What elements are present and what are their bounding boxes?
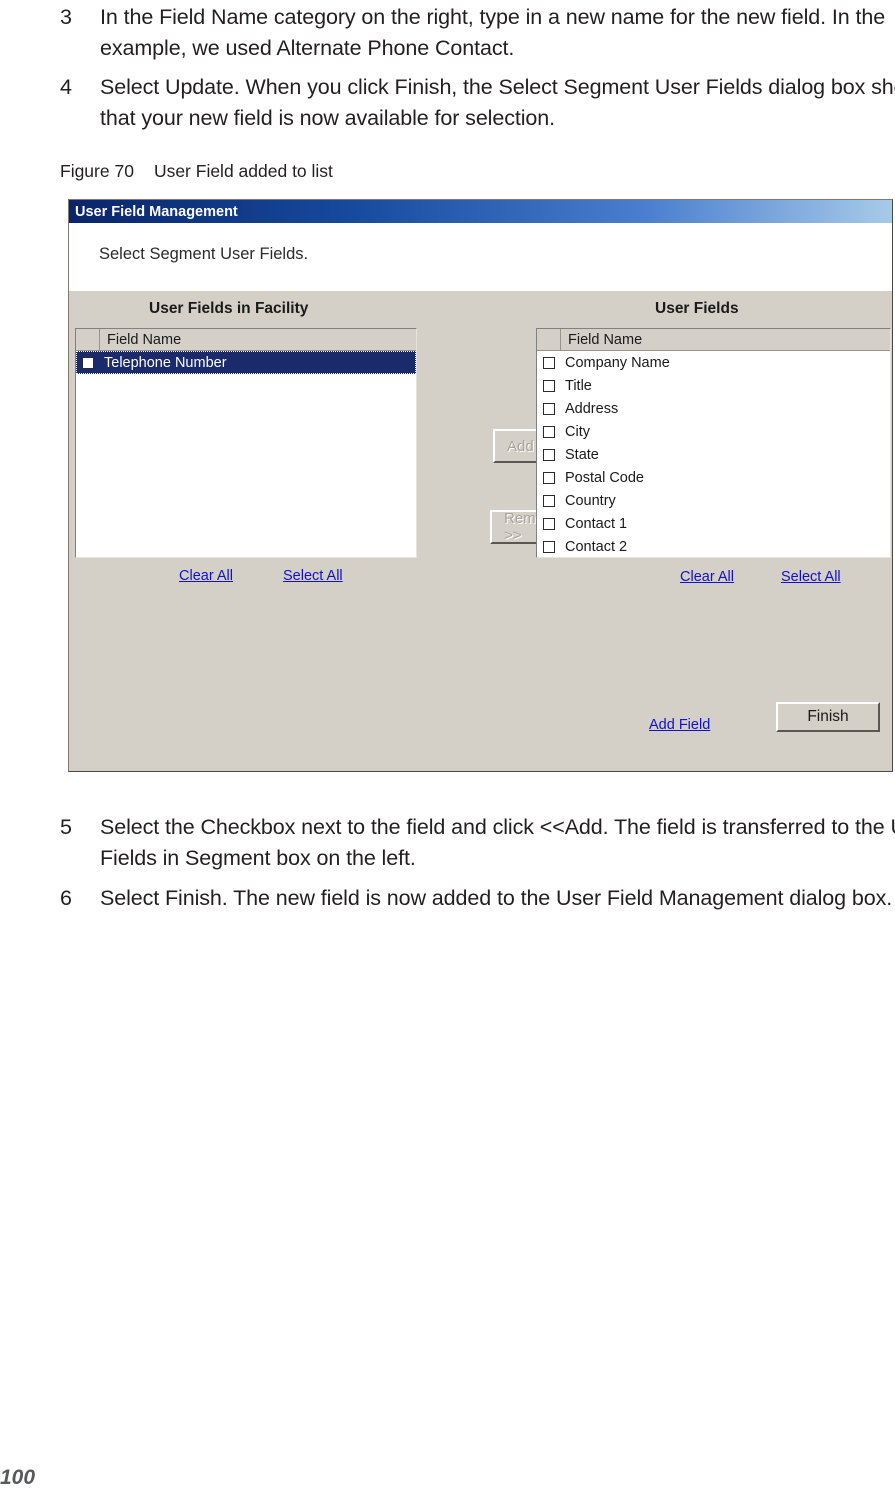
- list-item[interactable]: State: [537, 443, 890, 466]
- list-item-label: Postal Code: [565, 469, 644, 486]
- right-clear-all-link[interactable]: Clear All: [680, 569, 734, 585]
- figure-caption: Figure 70 User Field added to list: [60, 161, 333, 182]
- row-checkbox-cell[interactable]: [537, 448, 561, 461]
- step-text: Select the Checkbox next to the field an…: [100, 815, 895, 870]
- checkbox-column-header: [76, 329, 100, 350]
- list-item-label: Title: [565, 377, 592, 394]
- row-checkbox-cell[interactable]: [537, 540, 561, 553]
- list-item[interactable]: Title: [537, 374, 890, 397]
- finish-button[interactable]: Finish: [776, 702, 880, 732]
- list-item[interactable]: Postal Code: [537, 466, 890, 489]
- checkbox-icon[interactable]: [543, 494, 555, 507]
- checkbox-icon[interactable]: [543, 425, 555, 438]
- list-item-label: Country: [565, 492, 616, 509]
- user-field-management-dialog: User Field Management Select Segment Use…: [68, 199, 893, 772]
- step-text: Select Finish. The new field is now adde…: [100, 886, 893, 910]
- checkbox-icon[interactable]: [543, 540, 555, 553]
- add-button-label: Add: [507, 437, 534, 455]
- user-fields-listbox[interactable]: Field Name Company Name Title Address City S…: [536, 328, 891, 558]
- step-item: 4 Select Update. When you click Finish, …: [0, 72, 895, 134]
- field-name-column-header: Field Name: [568, 331, 643, 348]
- listbox-header-row: Field Name: [537, 329, 890, 351]
- page-number: 100: [0, 1466, 36, 1489]
- add-field-link[interactable]: Add Field: [649, 717, 710, 733]
- row-checkbox-cell[interactable]: [537, 517, 561, 530]
- step-text: In the Field Name category on the right,…: [100, 5, 886, 60]
- list-item[interactable]: Telephone Number: [76, 351, 416, 374]
- row-checkbox-cell[interactable]: [537, 425, 561, 438]
- checkbox-icon[interactable]: [82, 356, 94, 369]
- list-item-label: Address: [565, 400, 619, 417]
- left-select-all-link[interactable]: Select All: [283, 568, 343, 584]
- checkbox-column-header: [537, 329, 561, 350]
- row-checkbox-cell[interactable]: [76, 356, 100, 369]
- right-select-all-link[interactable]: Select All: [781, 569, 841, 585]
- left-clear-all-link[interactable]: Clear All: [179, 568, 233, 584]
- dialog-header-area: Select Segment User Fields.: [69, 223, 892, 291]
- step-number: 4: [60, 75, 72, 99]
- row-checkbox-cell[interactable]: [537, 356, 561, 369]
- row-checkbox-cell[interactable]: [537, 402, 561, 415]
- user-fields-in-facility-listbox[interactable]: Field Name Telephone Number: [75, 328, 417, 558]
- step-item: 6 Select Finish. The new field is now ad…: [0, 883, 895, 914]
- checkbox-icon[interactable]: [543, 448, 555, 461]
- step-number: 3: [60, 5, 72, 29]
- list-item[interactable]: City: [537, 420, 890, 443]
- field-name-column-header: Field Name: [107, 331, 182, 348]
- step-number: 5: [60, 815, 72, 839]
- right-listbox-rows: Company Name Title Address City State Postal …: [537, 351, 890, 557]
- checkbox-icon[interactable]: [543, 471, 555, 484]
- dialog-subtitle: Select Segment User Fields.: [99, 245, 309, 263]
- listbox-header-row: Field Name: [76, 329, 416, 351]
- checkbox-icon[interactable]: [543, 517, 555, 530]
- row-checkbox-cell[interactable]: [537, 379, 561, 392]
- list-item-label: City: [565, 423, 590, 440]
- step-number: 6: [60, 886, 72, 910]
- list-item[interactable]: Company Name: [537, 351, 890, 374]
- list-item-label: Telephone Number: [104, 354, 227, 371]
- dialog-body: User Fields in Facility User Fields Fiel…: [69, 291, 892, 771]
- list-item-label: Company Name: [565, 354, 670, 371]
- figure-number: Figure 70: [60, 161, 134, 181]
- figure-title: User Field added to list: [153, 161, 333, 181]
- row-checkbox-cell[interactable]: [537, 471, 561, 484]
- checkbox-icon[interactable]: [543, 402, 555, 415]
- checkbox-icon[interactable]: [543, 379, 555, 392]
- list-item-label: State: [565, 446, 599, 463]
- left-listbox-rows: Telephone Number: [76, 351, 416, 374]
- list-item-label: Contact 1: [565, 515, 628, 532]
- list-item[interactable]: Address: [537, 397, 890, 420]
- list-item[interactable]: Contact 1: [537, 512, 890, 535]
- checkbox-icon[interactable]: [543, 356, 555, 369]
- step-item: 5 Select the Checkbox next to the field …: [0, 812, 895, 874]
- step-text: Select Update. When you click Finish, th…: [100, 75, 895, 130]
- step-item: 3 In the Field Name category on the righ…: [0, 2, 895, 64]
- dialog-title: User Field Management: [75, 203, 238, 220]
- right-panel-title: User Fields: [655, 300, 739, 317]
- dialog-titlebar: User Field Management: [69, 200, 892, 223]
- list-item-label: Contact 2: [565, 538, 628, 555]
- list-item[interactable]: Contact 2: [537, 535, 890, 557]
- row-checkbox-cell[interactable]: [537, 494, 561, 507]
- list-item[interactable]: Country: [537, 489, 890, 512]
- left-panel-title: User Fields in Facility: [149, 300, 309, 317]
